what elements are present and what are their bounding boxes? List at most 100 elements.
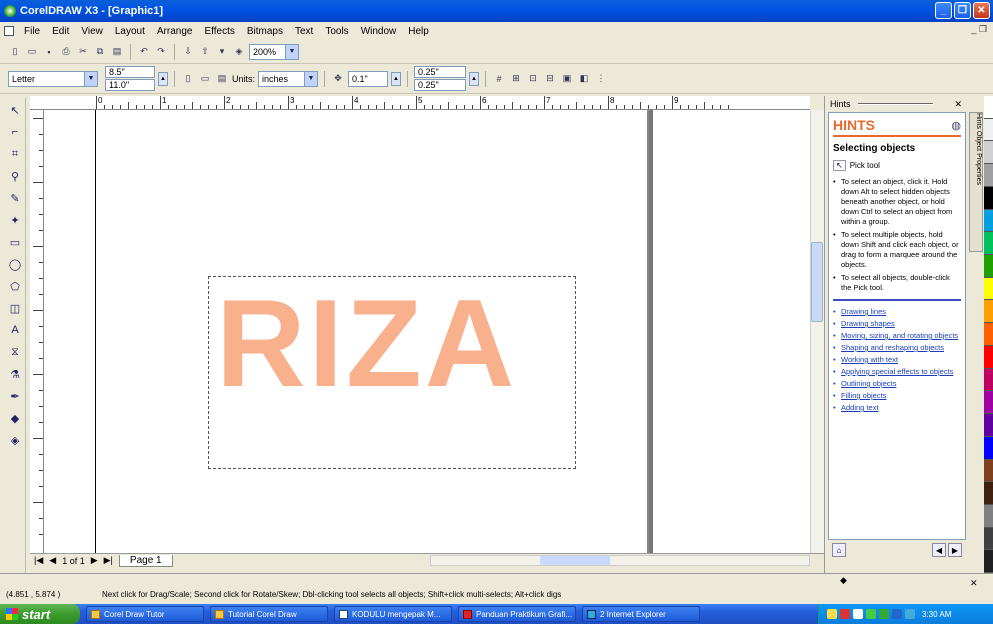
- fill-icon[interactable]: ◆: [840, 575, 847, 586]
- launcher-icon[interactable]: ▾: [215, 45, 229, 59]
- color-swatch[interactable]: [984, 118, 993, 142]
- ellipse-tool-icon[interactable]: ◯: [6, 254, 24, 274]
- interactive-blend-tool-icon[interactable]: ⧖: [6, 342, 24, 362]
- redo-icon[interactable]: ↷: [154, 45, 168, 59]
- drawing-canvas[interactable]: RIZA: [44, 110, 810, 553]
- first-page-icon[interactable]: |◀: [34, 555, 43, 566]
- color-swatch[interactable]: [984, 414, 993, 437]
- color-swatch[interactable]: [984, 323, 993, 346]
- color-swatch[interactable]: [984, 550, 993, 574]
- color-swatch[interactable]: [984, 345, 993, 369]
- portrait-icon[interactable]: ▯: [181, 72, 195, 86]
- cut-icon[interactable]: ✂: [76, 45, 90, 59]
- docker-grip[interactable]: [858, 103, 933, 105]
- hint-link[interactable]: Working with text: [833, 355, 961, 365]
- tray-icon[interactable]: [892, 609, 902, 619]
- more-options-icon[interactable]: ⋮: [594, 72, 608, 86]
- snap-to-grid-icon[interactable]: #: [492, 72, 506, 86]
- interactive-fill-tool-icon[interactable]: ◈: [6, 430, 24, 450]
- taskbar-item[interactable]: 2 Internet Explorer: [582, 606, 700, 622]
- outline-icon[interactable]: ✕: [970, 578, 978, 589]
- taskbar-item[interactable]: KODULU mengepak M...: [334, 606, 452, 622]
- duplicate-y-field[interactable]: 0.25": [414, 79, 467, 91]
- next-page-icon[interactable]: ▶: [91, 555, 98, 566]
- page-width-field[interactable]: 8.5": [105, 66, 155, 78]
- close-button[interactable]: ✕: [973, 2, 990, 19]
- tray-icon[interactable]: [840, 609, 850, 619]
- menu-tools[interactable]: Tools: [319, 26, 354, 37]
- docker-close-icon[interactable]: ✕: [954, 99, 966, 110]
- paste-icon[interactable]: ▤: [110, 45, 124, 59]
- hint-link[interactable]: Applying special effects to objects: [833, 367, 961, 377]
- shape-tool-icon[interactable]: ⌐: [6, 122, 24, 142]
- options-icon[interactable]: ◧: [577, 72, 591, 86]
- color-swatch[interactable]: [984, 504, 993, 528]
- zoom-level-select[interactable]: 200% ▼: [249, 43, 299, 60]
- undo-icon[interactable]: ↶: [137, 45, 151, 59]
- docker-tabs[interactable]: Hints Object Properties: [969, 112, 983, 252]
- fill-tool-icon[interactable]: ◆: [6, 408, 24, 428]
- menu-bitmaps[interactable]: Bitmaps: [241, 26, 289, 37]
- color-swatch[interactable]: [984, 436, 993, 460]
- nudge-offset-field[interactable]: 0.1": [348, 70, 389, 87]
- color-swatch[interactable]: [984, 96, 993, 119]
- menu-file[interactable]: File: [18, 26, 46, 37]
- hint-link[interactable]: Outlining objects: [833, 379, 961, 389]
- page-height-field[interactable]: 11.0": [105, 79, 155, 91]
- menu-edit[interactable]: Edit: [46, 26, 75, 37]
- color-swatch[interactable]: [984, 164, 993, 187]
- menu-view[interactable]: View: [75, 26, 109, 37]
- hint-link[interactable]: Shaping and reshaping objects: [833, 343, 961, 353]
- riza-text-object[interactable]: RIZA: [216, 282, 517, 406]
- dynamic-guides-icon[interactable]: ⊟: [543, 72, 557, 86]
- chevron-down-icon[interactable]: ▼: [285, 44, 298, 59]
- taskbar-item[interactable]: Tutorial Corel Draw: [210, 606, 328, 622]
- zoom-tool-icon[interactable]: ⚲: [6, 166, 24, 186]
- restore-button[interactable]: ❐: [954, 2, 971, 19]
- export-icon[interactable]: ⇧: [198, 45, 212, 59]
- volume-icon[interactable]: [905, 609, 915, 619]
- welcome-icon[interactable]: ◈: [232, 45, 246, 59]
- color-swatch[interactable]: [984, 459, 993, 483]
- network-icon[interactable]: [866, 609, 876, 619]
- last-page-icon[interactable]: ▶|: [104, 555, 113, 566]
- menu-help[interactable]: Help: [402, 26, 435, 37]
- print-icon[interactable]: ⎙: [59, 45, 73, 59]
- menu-effects[interactable]: Effects: [198, 26, 240, 37]
- paper-type-select[interactable]: Letter ▼: [8, 70, 98, 87]
- back-icon[interactable]: ◀: [932, 543, 946, 557]
- tray-icon[interactable]: [853, 609, 863, 619]
- horizontal-ruler[interactable]: 0 1 2 3 4 5 6 7 8 9: [30, 96, 810, 110]
- treat-as-filled-icon[interactable]: ▣: [560, 72, 574, 86]
- document-icon[interactable]: [4, 26, 14, 36]
- freehand-tool-icon[interactable]: ✎: [6, 188, 24, 208]
- polygon-tool-icon[interactable]: ⬠: [6, 276, 24, 296]
- pick-tool-icon[interactable]: ↖: [6, 100, 24, 120]
- minimize-button[interactable]: _: [935, 2, 952, 19]
- copy-icon[interactable]: ⧉: [93, 45, 107, 59]
- save-icon[interactable]: ▪: [42, 45, 56, 59]
- hint-link[interactable]: Filling objects: [833, 391, 961, 401]
- text-tool-icon[interactable]: A: [6, 320, 24, 340]
- duplicate-x-field[interactable]: 0.25": [414, 66, 467, 78]
- hint-link[interactable]: Drawing lines: [833, 307, 961, 317]
- outline-tool-icon[interactable]: ✒: [6, 386, 24, 406]
- smart-fill-tool-icon[interactable]: ✦: [6, 210, 24, 230]
- rectangle-tool-icon[interactable]: ▭: [6, 232, 24, 252]
- color-swatch[interactable]: [984, 391, 993, 415]
- menu-text[interactable]: Text: [289, 26, 319, 37]
- snap-to-guidelines-icon[interactable]: ⊞: [509, 72, 523, 86]
- color-swatch[interactable]: [984, 232, 993, 256]
- hint-link[interactable]: Drawing shapes: [833, 319, 961, 329]
- crop-tool-icon[interactable]: ⌗: [6, 144, 24, 164]
- vertical-scrollbar[interactable]: [810, 110, 824, 553]
- new-icon[interactable]: ▯: [8, 45, 22, 59]
- chevron-down-icon[interactable]: ▼: [84, 71, 97, 86]
- units-select[interactable]: inches ▼: [258, 70, 319, 87]
- nudge-spinner[interactable]: ▲: [391, 71, 402, 86]
- all-pages-icon[interactable]: ▤: [215, 72, 229, 86]
- horizontal-scroll-thumb[interactable]: [540, 556, 610, 565]
- forward-icon[interactable]: ▶: [948, 543, 962, 557]
- clock[interactable]: 3:30 AM: [922, 610, 951, 619]
- menu-layout[interactable]: Layout: [109, 26, 151, 37]
